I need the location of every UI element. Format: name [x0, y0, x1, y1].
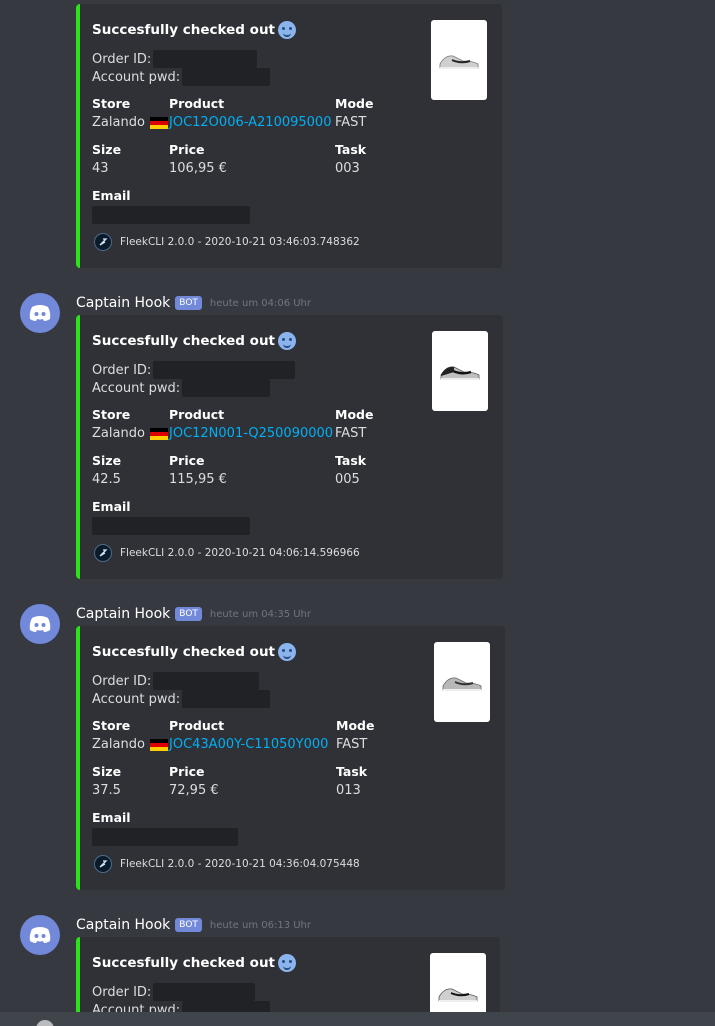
smiling-face-emoji-icon [278, 643, 297, 661]
task-value: 003 [335, 161, 360, 176]
fleek-logo-icon [94, 855, 112, 873]
bot-tag: BOT [175, 296, 202, 310]
embed-title: Succesfully checked out [92, 954, 297, 972]
redacted-account-pwd [182, 379, 271, 397]
price-value: 72,95 € [169, 783, 219, 798]
sneaker-thumbnail[interactable] [432, 331, 488, 411]
task-label: Task [335, 453, 367, 468]
mode-value: FAST [335, 115, 367, 130]
size-label: Size [92, 453, 122, 468]
smiling-face-emoji-icon [278, 21, 297, 39]
mode-label: Mode [335, 407, 374, 422]
account-pwd-row: Account pwd: [92, 690, 271, 708]
size-value: 43 [92, 161, 109, 176]
product-label: Product [169, 96, 225, 111]
store-value: Zalando [92, 737, 174, 752]
store-label: Store [92, 96, 131, 111]
checkout-embed: Succesfully checked out Order ID: Accoun… [76, 315, 503, 579]
store-value: Zalando [92, 115, 174, 130]
username[interactable]: Captain Hook [76, 295, 170, 311]
message-header: Captain Hook BOT heute um 06:13 Uhr [76, 915, 311, 935]
embed-footer: FleekCLI 2.0.0 - 2020-10-21 03:46:03.748… [94, 233, 360, 251]
product-link[interactable]: JOC12O006-A210095000 [169, 115, 331, 130]
store-value: Zalando [92, 426, 174, 441]
price-label: Price [169, 764, 205, 779]
redacted-email [92, 517, 250, 535]
mode-value: FAST [336, 737, 368, 752]
email-label: Email [92, 188, 131, 203]
message-header: Captain Hook BOT heute um 04:35 Uhr [76, 604, 311, 624]
smiling-face-emoji-icon [278, 332, 297, 350]
username[interactable]: Captain Hook [76, 606, 170, 622]
bot-tag: BOT [175, 607, 202, 621]
smiling-face-emoji-icon [278, 954, 297, 972]
price-value: 115,95 € [169, 472, 227, 487]
redacted-account-pwd [182, 68, 271, 86]
product-label: Product [169, 407, 225, 422]
discord-logo-icon[interactable] [20, 604, 60, 644]
product-link[interactable]: JOC12N001-Q250090000 [169, 426, 333, 441]
embed-title: Succesfully checked out [92, 332, 297, 350]
price-label: Price [169, 453, 205, 468]
discord-logo-icon[interactable] [20, 915, 60, 955]
message-header: Captain Hook BOT heute um 04:06 Uhr [76, 293, 311, 313]
price-value: 106,95 € [169, 161, 227, 176]
store-label: Store [92, 407, 131, 422]
timestamp: heute um 04:35 Uhr [209, 608, 312, 620]
timestamp: heute um 04:06 Uhr [209, 297, 312, 309]
size-label: Size [92, 764, 122, 779]
redacted-account-pwd [182, 690, 271, 708]
email-label: Email [92, 810, 131, 825]
redacted-email [92, 206, 250, 224]
redacted-order-id [153, 50, 258, 68]
task-value: 005 [335, 472, 360, 487]
redacted-order-id [153, 672, 260, 690]
checkout-embed: Succesfully checked out Order ID: Accoun… [76, 4, 502, 268]
size-value: 42.5 [92, 472, 121, 487]
account-pwd-row: Account pwd: [92, 379, 271, 397]
mode-label: Mode [336, 718, 375, 733]
checkout-embed: Succesfully checked out Order ID: Accoun… [76, 626, 505, 890]
task-label: Task [336, 764, 368, 779]
sneaker-thumbnail[interactable] [434, 642, 490, 722]
email-label: Email [92, 499, 131, 514]
sneaker-thumbnail[interactable] [431, 20, 487, 100]
username[interactable]: Captain Hook [76, 917, 170, 933]
bot-tag: BOT [175, 918, 202, 932]
discord-logo-icon[interactable] [20, 293, 60, 333]
mode-label: Mode [335, 96, 374, 111]
embed-footer: FleekCLI 2.0.0 - 2020-10-21 04:36:04.075… [94, 855, 360, 873]
redacted-order-id [153, 361, 296, 379]
redacted-order-id [153, 983, 256, 1001]
embed-footer: FleekCLI 2.0.0 - 2020-10-21 04:06:14.596… [94, 544, 360, 562]
account-pwd-row: Account pwd: [92, 68, 271, 86]
order-id-row: Order ID: [92, 361, 296, 379]
embed-title: Succesfully checked out [92, 643, 297, 661]
task-value: 013 [336, 783, 361, 798]
product-label: Product [169, 718, 225, 733]
fleek-logo-icon [94, 544, 112, 562]
germany-flag-icon [149, 427, 168, 440]
order-id-row: Order ID: [92, 672, 260, 690]
redacted-email [92, 828, 238, 846]
timestamp: heute um 06:13 Uhr [209, 919, 312, 931]
size-value: 37.5 [92, 783, 121, 798]
germany-flag-icon [149, 116, 168, 129]
order-id-row: Order ID: [92, 50, 258, 68]
size-label: Size [92, 142, 122, 157]
price-label: Price [169, 142, 205, 157]
store-label: Store [92, 718, 131, 733]
mode-value: FAST [335, 426, 367, 441]
germany-flag-icon [149, 738, 168, 751]
chat-messages: Succesfully checked out Order ID: Accoun… [0, 0, 715, 1026]
task-label: Task [335, 142, 367, 157]
embed-title: Succesfully checked out [92, 21, 297, 39]
order-id-row: Order ID: [92, 983, 256, 1001]
product-link[interactable]: JOC43A00Y-C11050Y000 [169, 737, 328, 752]
fleek-logo-icon [94, 233, 112, 251]
message-input-bar[interactable] [0, 1012, 715, 1026]
